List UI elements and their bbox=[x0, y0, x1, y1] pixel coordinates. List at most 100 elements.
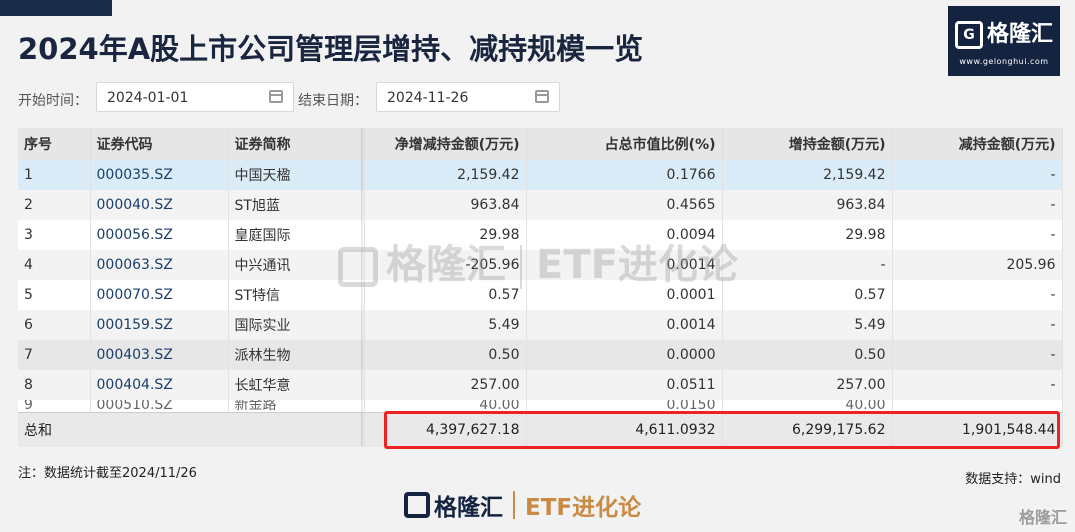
table-row[interactable]: 7 000403.SZ 派林生物 0.50 0.0000 0.50 - bbox=[18, 340, 1063, 370]
cell-ratio: 0.1766 bbox=[526, 160, 723, 190]
footer-logo: 格隆汇 ETF进化论 bbox=[404, 488, 641, 524]
cell-index: 1 bbox=[18, 160, 91, 190]
cell-name: 国际实业 bbox=[228, 310, 365, 340]
table-row[interactable]: 5 000070.SZ ST特信 0.57 0.0001 0.57 - bbox=[18, 280, 1063, 310]
total-ratio: 4,611.0932 bbox=[526, 412, 723, 447]
cell-ratio: 0.0014 bbox=[526, 250, 723, 280]
start-date-value: 2024-01-01 bbox=[107, 90, 189, 106]
total-decrease: 1,901,548.44 bbox=[892, 412, 1063, 447]
cell-code[interactable]: 000403.SZ bbox=[90, 340, 229, 370]
cell-increase: 29.98 bbox=[722, 220, 893, 250]
header-increase[interactable]: 增持金额(万元) bbox=[722, 128, 893, 160]
cell-index: 6 bbox=[18, 310, 91, 340]
end-date-input[interactable]: 2024-11-26 bbox=[376, 82, 560, 112]
cell-name: ST特信 bbox=[228, 280, 365, 310]
cell-decrease: - bbox=[892, 280, 1063, 310]
page-title: 2024年A股上市公司管理层增持、减持规模一览 bbox=[18, 32, 644, 66]
table-total-row: 总和 4,397,627.18 4,611.0932 6,299,175.62 … bbox=[18, 412, 1063, 447]
table-row[interactable]: 8 000404.SZ 长虹华意 257.00 0.0511 257.00 - bbox=[18, 370, 1063, 400]
cell-code[interactable]: 000070.SZ bbox=[90, 280, 229, 310]
table-row[interactable]: 2 000040.SZ ST旭蓝 963.84 0.4565 963.84 - bbox=[18, 190, 1063, 220]
end-date-label: 结束日期： bbox=[298, 93, 368, 109]
cell-ratio: 0.4565 bbox=[526, 190, 723, 220]
header-net-amount[interactable]: 净增减持金额(万元) bbox=[364, 128, 527, 160]
cell-name: 新金路 bbox=[228, 400, 365, 413]
cell-name: 长虹华意 bbox=[228, 370, 365, 400]
calendar-icon[interactable] bbox=[535, 90, 549, 103]
cell-name: 派林生物 bbox=[228, 340, 365, 370]
cell-ratio: 0.0094 bbox=[526, 220, 723, 250]
cell-net: -205.96 bbox=[364, 250, 527, 280]
cell-name: 中兴通讯 bbox=[228, 250, 365, 280]
cell-net: 29.98 bbox=[364, 220, 527, 250]
cell-decrease: - bbox=[892, 310, 1063, 340]
calendar-icon[interactable] bbox=[269, 90, 283, 103]
total-net: 4,397,627.18 bbox=[364, 412, 527, 447]
table-row[interactable]: 6 000159.SZ 国际实业 5.49 0.0014 5.49 - bbox=[18, 310, 1063, 340]
cell-ratio: 0.0014 bbox=[526, 310, 723, 340]
cell-code[interactable]: 000159.SZ bbox=[90, 310, 229, 340]
cell-code[interactable]: 000056.SZ bbox=[90, 220, 229, 250]
cell-code[interactable]: 000035.SZ bbox=[90, 160, 229, 190]
cell-index: 4 bbox=[18, 250, 91, 280]
cell-decrease bbox=[892, 400, 1063, 413]
cell-net: 5.49 bbox=[364, 310, 527, 340]
start-date-input[interactable]: 2024-01-01 bbox=[96, 82, 294, 112]
header-index[interactable]: 序号 bbox=[18, 128, 91, 160]
cell-increase: 2,159.42 bbox=[722, 160, 893, 190]
cell-code[interactable]: 000404.SZ bbox=[90, 370, 229, 400]
cell-index: 8 bbox=[18, 370, 91, 400]
cell-ratio: 0.0511 bbox=[526, 370, 723, 400]
header-decrease[interactable]: 减持金额(万元) bbox=[892, 128, 1063, 160]
data-table-container: 序号 证券代码 证券简称 净增减持金额(万元) 占总市值比例(%) 增持金额(万… bbox=[18, 128, 1063, 449]
table-row-partial[interactable]: 9 000510.SZ 新金路 40.00 0.0150 40.00 bbox=[18, 400, 1063, 413]
cell-index: 9 bbox=[18, 400, 91, 413]
footnote: 注：数据统计截至2024/11/26 bbox=[18, 466, 197, 481]
table-row[interactable]: 1 000035.SZ 中国天楹 2,159.42 0.1766 2,159.4… bbox=[18, 160, 1063, 190]
header-name[interactable]: 证券简称 bbox=[228, 128, 365, 160]
header-ratio[interactable]: 占总市值比例(%) bbox=[526, 128, 723, 160]
cell-code[interactable]: 000063.SZ bbox=[90, 250, 229, 280]
brand-g-icon: G bbox=[954, 21, 983, 49]
cell-net: 2,159.42 bbox=[364, 160, 527, 190]
end-date-value: 2024-11-26 bbox=[387, 90, 469, 106]
cell-index: 3 bbox=[18, 220, 91, 250]
corner-watermark: 格隆汇 bbox=[1018, 508, 1067, 527]
cell-net: 257.00 bbox=[364, 370, 527, 400]
top-accent-bar bbox=[0, 0, 112, 16]
cell-increase: 5.49 bbox=[722, 310, 893, 340]
table-row[interactable]: 3 000056.SZ 皇庭国际 29.98 0.0094 29.98 - bbox=[18, 220, 1063, 250]
brand-logo-box: G 格隆汇 www.gelonghui.com bbox=[948, 6, 1060, 76]
cell-ratio: 0.0001 bbox=[526, 280, 723, 310]
total-increase: 6,299,175.62 bbox=[722, 412, 893, 447]
cell-net: 0.50 bbox=[364, 340, 527, 370]
footer-separator bbox=[513, 491, 515, 519]
cell-ratio: 0.0000 bbox=[526, 340, 723, 370]
cell-name: 皇庭国际 bbox=[228, 220, 365, 250]
cell-index: 5 bbox=[18, 280, 91, 310]
data-table: 序号 证券代码 证券简称 净增减持金额(万元) 占总市值比例(%) 增持金额(万… bbox=[18, 128, 1063, 447]
footer-brand: 格隆汇 bbox=[434, 495, 503, 521]
frozen-column-shadow bbox=[361, 128, 364, 446]
footer-product: ETF进化论 bbox=[525, 495, 642, 521]
brand-logo-text: 格隆汇 bbox=[986, 22, 1053, 47]
cell-increase: 40.00 bbox=[722, 400, 893, 413]
header-code[interactable]: 证券代码 bbox=[90, 128, 229, 160]
cell-ratio: 0.0150 bbox=[526, 400, 723, 413]
cell-decrease: - bbox=[892, 160, 1063, 190]
cell-net: 0.57 bbox=[364, 280, 527, 310]
cell-decrease: 205.96 bbox=[892, 250, 1063, 280]
table-row[interactable]: 4 000063.SZ 中兴通讯 -205.96 0.0014 - 205.96 bbox=[18, 250, 1063, 280]
cell-increase: 0.50 bbox=[722, 340, 893, 370]
cell-increase: 0.57 bbox=[722, 280, 893, 310]
cell-increase: 963.84 bbox=[722, 190, 893, 220]
cell-decrease: - bbox=[892, 370, 1063, 400]
cell-code[interactable]: 000040.SZ bbox=[90, 190, 229, 220]
cell-name: 中国天楹 bbox=[228, 160, 365, 190]
brand-logo: G 格隆汇 bbox=[948, 16, 1060, 49]
data-source: 数据支持：wind bbox=[965, 472, 1061, 487]
cell-decrease: - bbox=[892, 190, 1063, 220]
cell-net: 963.84 bbox=[364, 190, 527, 220]
cell-decrease: - bbox=[892, 340, 1063, 370]
brand-url: www.gelonghui.com bbox=[959, 57, 1049, 66]
